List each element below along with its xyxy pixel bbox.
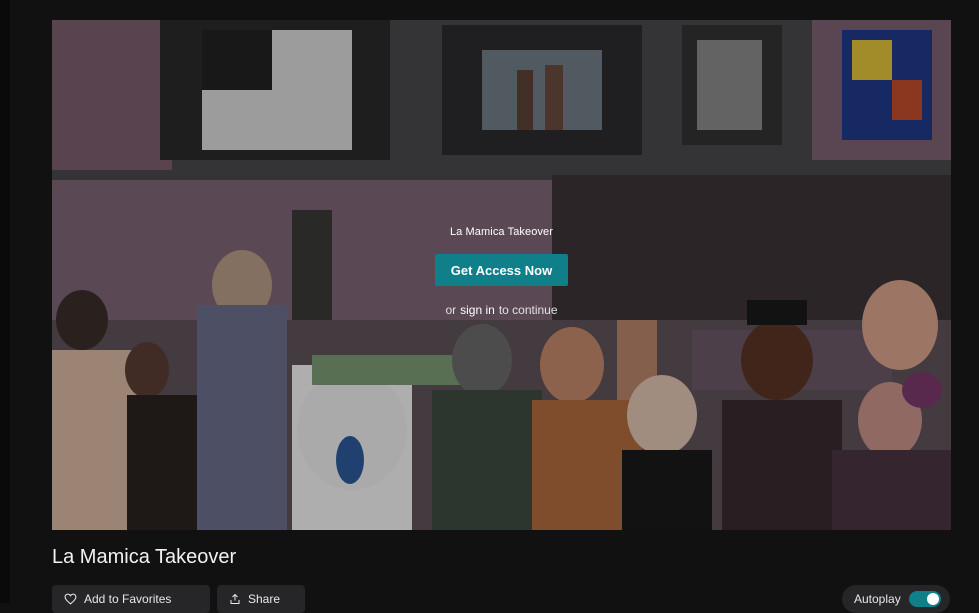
access-gate: La Mamica Takeover Get Access Now or sig…: [52, 226, 951, 317]
autoplay-control: Autoplay: [842, 585, 950, 613]
left-gutter: [0, 0, 10, 603]
video-player[interactable]: La Mamica Takeover Get Access Now or sig…: [52, 20, 951, 530]
get-access-button[interactable]: Get Access Now: [435, 254, 568, 286]
page: La Mamica Takeover Get Access Now or sig…: [0, 0, 979, 613]
share-upload-icon: [229, 593, 241, 605]
signin-prefix: or: [445, 303, 457, 317]
signin-suffix: to continue: [498, 303, 558, 317]
signin-prompt: or sign in to continue: [445, 303, 557, 317]
favorites-label: Add to Favorites: [84, 592, 172, 606]
autoplay-toggle[interactable]: [908, 591, 941, 607]
heart-outline-icon: [64, 593, 77, 605]
add-to-favorites-button[interactable]: Add to Favorites: [52, 585, 210, 613]
toggle-knob: [926, 593, 939, 605]
share-label: Share: [248, 592, 281, 606]
video-title: La Mamica Takeover: [52, 546, 237, 568]
overlay-title: La Mamica Takeover: [449, 226, 554, 238]
autoplay-label: Autoplay: [854, 592, 901, 606]
share-button[interactable]: Share: [217, 585, 305, 613]
sign-in-link[interactable]: sign in: [460, 303, 495, 317]
